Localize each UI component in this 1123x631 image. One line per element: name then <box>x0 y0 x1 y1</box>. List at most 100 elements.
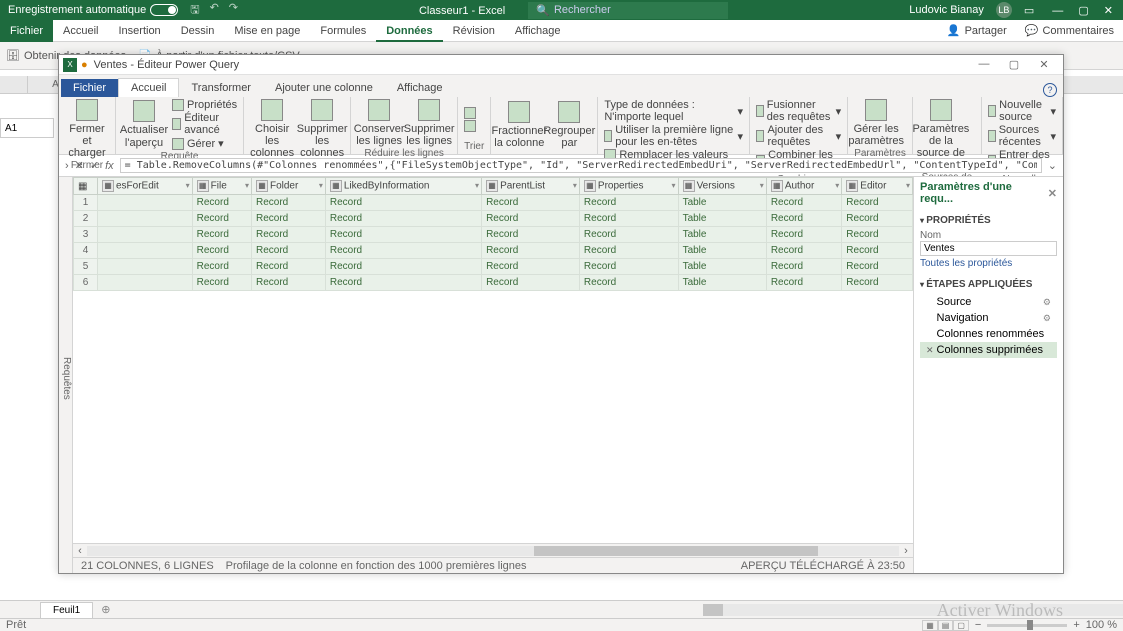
sort-asc-button[interactable] <box>464 107 476 119</box>
column-header[interactable]: ▦Author▾ <box>766 178 841 195</box>
type-icon[interactable]: ▦ <box>683 180 695 192</box>
pq-tab-affichage[interactable]: Affichage <box>385 79 455 97</box>
properties-section-header[interactable]: PROPRIÉTÉS <box>920 211 1057 230</box>
column-filter-icon[interactable]: ▾ <box>835 181 839 190</box>
cell[interactable]: Record <box>842 275 913 291</box>
scroll-right-icon[interactable]: › <box>899 545 913 557</box>
add-sheet-button[interactable]: ⊕ <box>101 603 110 616</box>
column-filter-icon[interactable]: ▾ <box>186 181 190 190</box>
new-source-button[interactable]: Nouvelle source ▾ <box>988 99 1056 123</box>
tab-mise-en-page[interactable]: Mise en page <box>224 20 310 42</box>
pq-close-button[interactable]: ✕ <box>1029 58 1059 71</box>
close-and-load-button[interactable]: Fermer et charger <box>65 99 109 159</box>
view-buttons[interactable]: ▦▤▢ <box>922 619 969 631</box>
sort-desc-button[interactable] <box>464 120 476 132</box>
scroll-left-icon[interactable]: ‹ <box>73 545 87 557</box>
zoom-value[interactable]: 100 % <box>1086 619 1117 631</box>
cell[interactable]: Record <box>842 195 913 211</box>
cell[interactable]: Record <box>192 243 251 259</box>
tab-insertion[interactable]: Insertion <box>108 20 170 42</box>
tab-revision[interactable]: Révision <box>443 20 505 42</box>
cell[interactable]: Record <box>251 211 325 227</box>
search-box[interactable]: 🔍 Rechercher <box>528 2 728 19</box>
cell[interactable]: Record <box>766 227 841 243</box>
table-row[interactable]: 4RecordRecordRecordRecordRecordTableReco… <box>74 243 913 259</box>
user-avatar[interactable]: LB <box>996 2 1012 18</box>
cell[interactable] <box>98 243 193 259</box>
minimize-button[interactable]: — <box>1046 5 1069 17</box>
tab-affichage[interactable]: Affichage <box>505 20 571 42</box>
group-by-button[interactable]: Regrouper par <box>547 99 591 151</box>
properties-button[interactable]: Propriétés <box>172 99 237 111</box>
type-icon[interactable]: ▦ <box>330 180 342 192</box>
cell[interactable]: Record <box>482 243 580 259</box>
pq-horizontal-scrollbar[interactable]: ‹ › <box>73 543 913 557</box>
formula-accept-icon[interactable]: ✓ <box>90 159 99 172</box>
table-row[interactable]: 2RecordRecordRecordRecordRecordTableReco… <box>74 211 913 227</box>
merge-queries-button[interactable]: Fusionner des requêtes ▾ <box>756 99 841 123</box>
cell[interactable]: Record <box>192 195 251 211</box>
type-icon[interactable]: ▦ <box>102 180 114 192</box>
cell[interactable]: Record <box>482 227 580 243</box>
applied-steps-header[interactable]: ÉTAPES APPLIQUÉES <box>920 275 1057 294</box>
comments-button[interactable]: 💬Commentaires <box>1016 23 1123 38</box>
cell[interactable]: Record <box>579 211 678 227</box>
pq-tab-transformer[interactable]: Transformer <box>179 79 263 97</box>
column-header[interactable]: ▦Properties▾ <box>579 178 678 195</box>
pq-tab-file[interactable]: Fichier <box>61 79 118 97</box>
cell[interactable]: Record <box>579 243 678 259</box>
pq-tab-ajouter-colonne[interactable]: Ajouter une colonne <box>263 79 385 97</box>
save-icon[interactable]: 🖫 <box>190 1 199 20</box>
ribbon-display-icon[interactable]: ▭ <box>1024 4 1034 17</box>
column-filter-icon[interactable]: ▾ <box>906 181 910 190</box>
row-number[interactable]: 6 <box>74 275 98 291</box>
column-header[interactable]: ▦File▾ <box>192 178 251 195</box>
pq-tab-accueil[interactable]: Accueil <box>118 78 179 97</box>
cell[interactable] <box>98 227 193 243</box>
manage-button[interactable]: Gérer ▾ <box>172 137 237 150</box>
fx-icon[interactable]: fx <box>105 160 114 172</box>
cell[interactable]: Table <box>678 195 766 211</box>
user-name[interactable]: Ludovic Bianay <box>909 4 984 16</box>
applied-step[interactable]: ✕Colonnes supprimées <box>920 342 1057 358</box>
recent-sources-button[interactable]: Sources récentes ▾ <box>988 124 1056 148</box>
autosave-switch-icon[interactable] <box>150 4 178 16</box>
cell[interactable]: Record <box>192 259 251 275</box>
cell[interactable]: Record <box>251 195 325 211</box>
cell[interactable]: Table <box>678 227 766 243</box>
column-filter-icon[interactable]: ▾ <box>475 181 479 190</box>
cell[interactable]: Record <box>842 259 913 275</box>
cell[interactable]: Record <box>192 275 251 291</box>
column-header[interactable]: ▦Versions▾ <box>678 178 766 195</box>
use-first-row-headers-button[interactable]: Utiliser la première ligne pour les en-t… <box>604 124 743 148</box>
cell[interactable]: Record <box>766 211 841 227</box>
name-box[interactable] <box>0 118 54 138</box>
column-filter-icon[interactable]: ▾ <box>319 181 323 190</box>
keep-rows-button[interactable]: Conserver les lignes <box>357 99 401 147</box>
step-settings-icon[interactable]: ⚙ <box>1043 313 1051 324</box>
cell[interactable]: Record <box>579 195 678 211</box>
cell[interactable] <box>98 211 193 227</box>
step-settings-icon[interactable]: ⚙ <box>1043 297 1051 308</box>
tab-accueil[interactable]: Accueil <box>53 20 108 42</box>
type-icon[interactable]: ▦ <box>197 180 209 192</box>
applied-step[interactable]: ✕Colonnes renommées <box>920 326 1057 342</box>
cell[interactable]: Record <box>766 275 841 291</box>
queries-pane-collapsed[interactable]: Requêtes <box>59 177 73 573</box>
tab-donnees[interactable]: Données <box>376 20 442 42</box>
share-button[interactable]: 👤Partager <box>938 23 1016 38</box>
autosave-toggle[interactable]: Enregistrement automatique <box>8 4 178 16</box>
cell[interactable]: Record <box>251 243 325 259</box>
excel-hscroll[interactable] <box>703 604 1123 616</box>
scroll-thumb[interactable] <box>534 546 818 556</box>
cell[interactable]: Table <box>678 243 766 259</box>
query-name-input[interactable] <box>920 241 1057 256</box>
pq-minimize-button[interactable]: — <box>969 58 999 71</box>
type-icon[interactable]: ▦ <box>256 180 268 192</box>
remove-rows-button[interactable]: Supprimer les lignes <box>407 99 451 147</box>
cell[interactable]: Record <box>251 227 325 243</box>
close-button[interactable]: ✕ <box>1098 5 1119 17</box>
cell[interactable]: Record <box>482 275 580 291</box>
applied-step[interactable]: ✕Source⚙ <box>920 294 1057 310</box>
cell[interactable]: Record <box>325 259 481 275</box>
